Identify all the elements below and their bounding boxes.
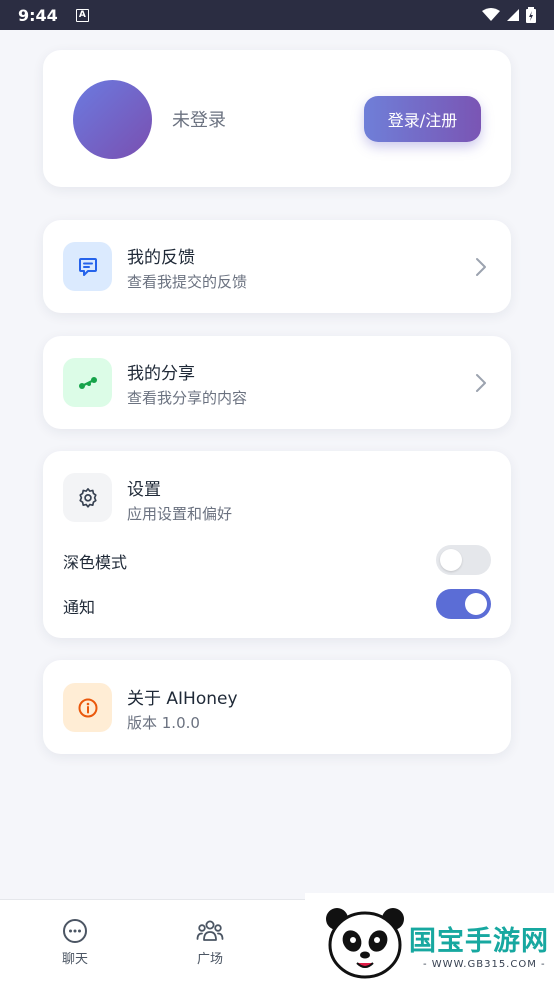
nav-label-chat: 聊天 — [61, 952, 88, 967]
watermark-url: - WWW.GB315.COM - — [423, 959, 546, 970]
about-title: 关于 AIHoney — [127, 689, 238, 709]
chat-bubble-icon — [63, 919, 87, 943]
toggle-knob — [440, 549, 462, 571]
share-icon — [63, 358, 112, 407]
about-card[interactable]: 关于 AIHoney 版本 1.0.0 — [43, 660, 511, 754]
feedback-title: 我的反馈 — [127, 248, 195, 268]
settings-title: 设置 — [127, 480, 161, 500]
notification-icon: A — [75, 8, 89, 22]
chevron-right-icon — [476, 374, 486, 392]
watermark: 国宝手游网 - WWW.GB315.COM - — [305, 893, 554, 984]
gear-icon — [63, 473, 112, 522]
panda-logo-icon — [326, 908, 404, 979]
info-icon — [63, 683, 112, 732]
watermark-title: 国宝手游网 — [409, 926, 549, 957]
nav-tab-chat[interactable]: 聊天 — [30, 900, 120, 984]
nav-label-plaza: 广场 — [196, 952, 223, 967]
battery-icon — [526, 7, 536, 23]
status-icons — [482, 7, 536, 23]
avatar[interactable] — [73, 80, 152, 159]
toggle-knob — [465, 593, 487, 615]
notifications-label: 通知 — [63, 598, 96, 617]
nav-tab-plaza[interactable]: 广场 — [165, 900, 255, 984]
app-version: 版本 1.0.0 — [127, 714, 200, 732]
signal-icon — [507, 9, 519, 21]
login-status-text: 未登录 — [172, 110, 226, 131]
dark-mode-toggle[interactable] — [436, 545, 491, 575]
profile-card: 未登录 登录/注册 — [43, 50, 511, 187]
dark-mode-label: 深色模式 — [63, 553, 128, 572]
status-time: 9:44 — [18, 5, 58, 25]
settings-card: 设置 应用设置和偏好 深色模式 通知 — [43, 451, 511, 638]
settings-subtitle: 应用设置和偏好 — [127, 505, 233, 523]
feedback-icon — [63, 242, 112, 291]
login-register-button[interactable]: 登录/注册 — [364, 96, 481, 142]
menu-item-share[interactable]: 我的分享 查看我分享的内容 — [43, 336, 511, 429]
chevron-right-icon — [476, 258, 486, 276]
share-subtitle: 查看我分享的内容 — [127, 389, 248, 407]
menu-item-feedback[interactable]: 我的反馈 查看我提交的反馈 — [43, 220, 511, 313]
notifications-toggle[interactable] — [436, 589, 491, 619]
group-icon — [196, 920, 224, 941]
share-title: 我的分享 — [127, 364, 195, 384]
status-bar: 9:44 A — [0, 0, 554, 30]
feedback-subtitle: 查看我提交的反馈 — [127, 273, 248, 291]
wifi-icon — [482, 8, 500, 21]
